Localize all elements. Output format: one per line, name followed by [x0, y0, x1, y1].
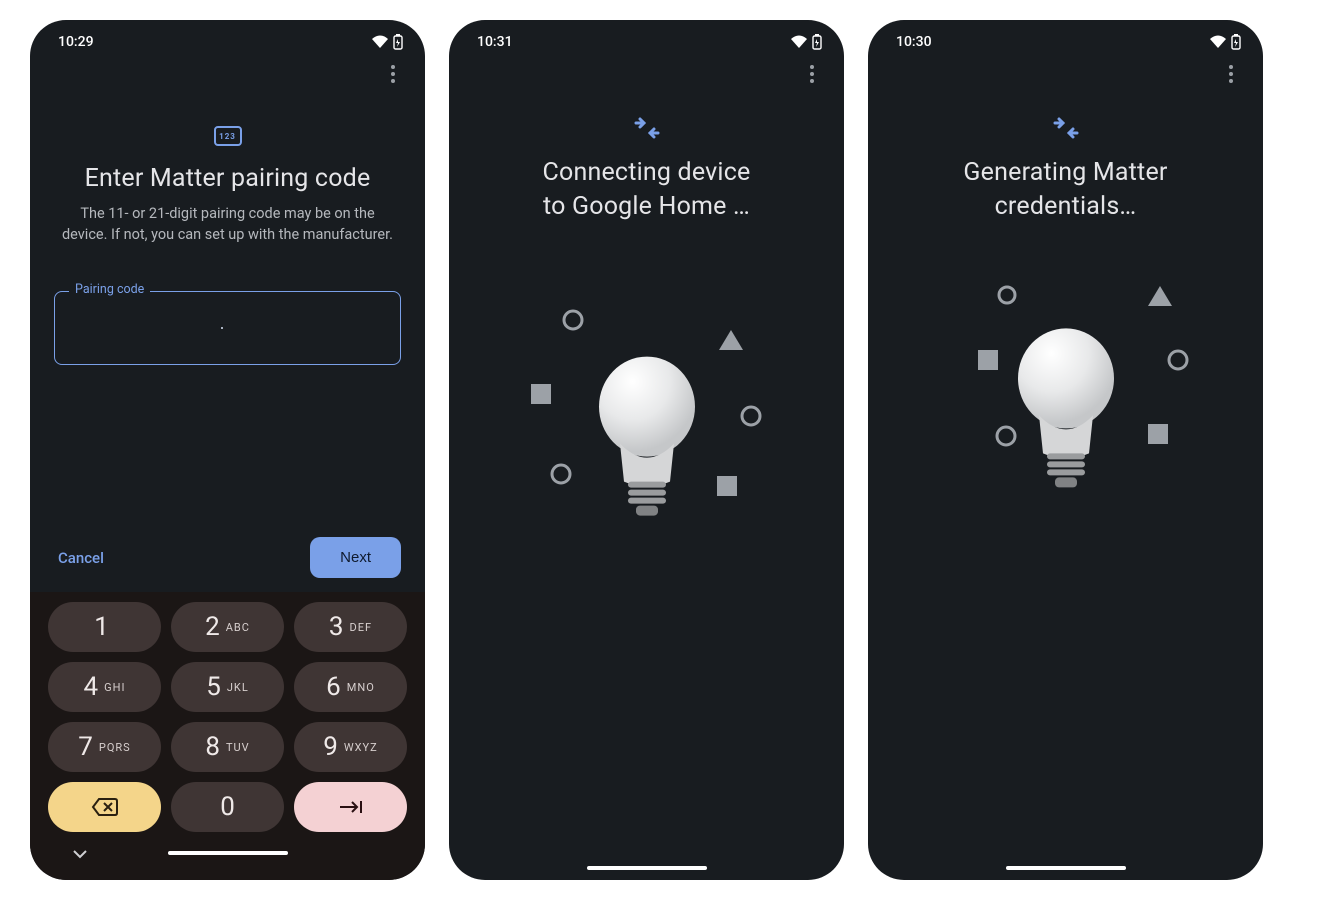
status-icons [371, 34, 403, 50]
shape-circle-icon [549, 462, 573, 486]
action-row: Cancel Next [30, 537, 425, 592]
text-cursor [221, 327, 223, 329]
pairing-code-input[interactable]: Pairing code [54, 291, 401, 365]
connecting-content: Connecting device to Google Home … [449, 98, 844, 866]
pairing-code-content: 123 Enter Matter pairing code The 11- or… [30, 98, 425, 365]
keypad-key-1[interactable]: 1 [48, 602, 161, 652]
keypad-key-4[interactable]: 4GHI [48, 662, 161, 712]
input-label: Pairing code [69, 282, 150, 297]
status-time: 10:30 [896, 34, 932, 50]
keypad-key-8[interactable]: 8TUV [171, 722, 284, 772]
keypad-key-3[interactable]: 3DEF [294, 602, 407, 652]
lightbulb-icon [592, 353, 702, 523]
app-top-bar [868, 50, 1263, 98]
wifi-icon [1209, 35, 1227, 49]
gesture-handle[interactable] [168, 851, 288, 855]
phone-screen-2: 10:31 Connecting device to Google Home … [449, 20, 844, 880]
generating-content: Generating Matter credentials… [868, 98, 1263, 866]
overflow-menu-button[interactable] [373, 54, 413, 94]
shape-square-icon [531, 384, 551, 404]
keypad-key-6[interactable]: 6MNO [294, 662, 407, 712]
overflow-menu-button[interactable] [1211, 54, 1251, 94]
gesture-handle[interactable] [1006, 866, 1126, 870]
kebab-icon [391, 65, 395, 83]
bulb-graphic [507, 302, 787, 582]
shape-square-icon [978, 350, 998, 370]
bulb-graphic [926, 284, 1206, 564]
wifi-icon [790, 35, 808, 49]
pair-arrows-icon [1049, 116, 1083, 140]
shape-circle-icon [996, 284, 1018, 306]
keypad-key-2[interactable]: 2ABC [171, 602, 284, 652]
cancel-button[interactable]: Cancel [54, 539, 108, 577]
keypad-submit[interactable] [294, 782, 407, 832]
keypad-key-5[interactable]: 5JKL [171, 662, 284, 712]
kebab-icon [810, 65, 814, 83]
next-button[interactable]: Next [310, 537, 401, 578]
nav-collapse-icon[interactable] [72, 844, 102, 863]
overflow-menu-button[interactable] [792, 54, 832, 94]
system-nav-bar [48, 842, 407, 866]
status-bar: 10:30 [868, 20, 1263, 50]
page-title: Generating Matter credentials… [892, 156, 1239, 224]
shape-triangle-icon [1146, 284, 1174, 308]
system-nav-bar [868, 866, 1263, 880]
battery-icon [393, 34, 403, 50]
shape-triangle-icon [717, 328, 745, 352]
wifi-icon [371, 35, 389, 49]
shape-circle-icon [739, 404, 763, 428]
code-badge-icon: 123 [214, 126, 242, 146]
status-time: 10:29 [58, 34, 94, 50]
phone-screen-3: 10:30 Generating Matter credentials… [868, 20, 1263, 880]
pair-arrows-icon [630, 116, 664, 140]
shape-square-icon [1148, 424, 1168, 444]
keypad-key-0[interactable]: 0 [171, 782, 284, 832]
status-icons [1209, 34, 1241, 50]
app-top-bar [449, 50, 844, 98]
system-nav-bar [449, 866, 844, 880]
shape-circle-icon [1166, 348, 1190, 372]
keypad-key-9[interactable]: 9WXYZ [294, 722, 407, 772]
page-title: Enter Matter pairing code [54, 164, 401, 193]
keypad-backspace[interactable] [48, 782, 161, 832]
shape-square-icon [717, 476, 737, 496]
app-top-bar [30, 50, 425, 98]
page-title: Connecting device to Google Home … [543, 156, 751, 224]
gesture-handle[interactable] [587, 866, 707, 870]
backspace-icon [91, 797, 119, 817]
kebab-icon [1229, 65, 1233, 83]
phone-screen-1: 10:29 123 Enter Matter pairing code The … [30, 20, 425, 880]
numeric-keypad: 1 2ABC 3DEF 4GHI 5JKL 6MNO 7PQRS 8TUV 9W… [30, 592, 425, 880]
keypad-key-7[interactable]: 7PQRS [48, 722, 161, 772]
tab-next-icon [337, 799, 365, 815]
battery-icon [1231, 34, 1241, 50]
shape-circle-icon [561, 308, 585, 332]
status-time: 10:31 [477, 34, 513, 50]
status-icons [790, 34, 822, 50]
page-subtitle: The 11- or 21-digit pairing code may be … [54, 203, 401, 245]
battery-icon [812, 34, 822, 50]
status-bar: 10:29 [30, 20, 425, 50]
status-bar: 10:31 [449, 20, 844, 50]
lightbulb-icon [1011, 325, 1121, 495]
